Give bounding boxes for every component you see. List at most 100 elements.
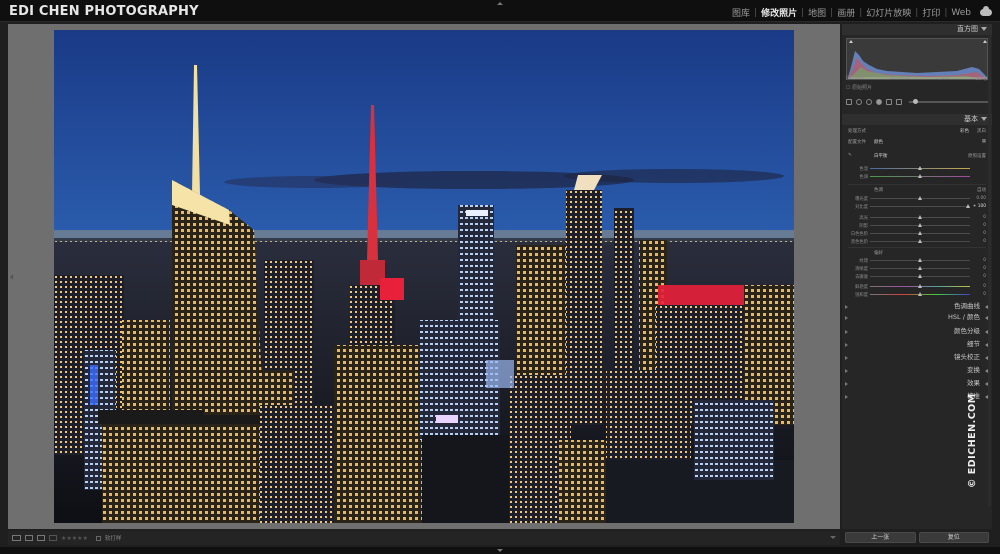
toolbar-menu-icon[interactable] bbox=[830, 536, 836, 539]
module-print[interactable]: 打印 bbox=[919, 6, 943, 19]
slider-label: 清晰度 bbox=[855, 267, 868, 272]
white-balance-row: ✎ 白平衡 原照设置 bbox=[848, 152, 986, 160]
dehaze-slider[interactable]: 去朦胧 0 bbox=[848, 273, 986, 280]
treatment-bw-option[interactable]: 黑白 bbox=[977, 128, 986, 134]
compare-icon[interactable] bbox=[37, 535, 45, 541]
city-night-photo bbox=[54, 30, 794, 523]
flag-icon[interactable] bbox=[49, 535, 57, 541]
profile-row: 配置文件 颜色 ▦ bbox=[848, 138, 986, 146]
section-hsl[interactable]: HSL / 颜色 bbox=[842, 312, 992, 323]
reset-button[interactable]: 复位 bbox=[918, 532, 989, 543]
section-label: 颜色分级 bbox=[954, 327, 980, 335]
slider-label: 饱和度 bbox=[855, 293, 868, 298]
slider-value[interactable]: 0.00 bbox=[976, 196, 986, 201]
temp-slider[interactable]: 色温 bbox=[848, 165, 986, 172]
basic-label: 基本 bbox=[964, 115, 978, 123]
left-panel-toggle-icon[interactable] bbox=[10, 274, 13, 280]
clarity-slider[interactable]: 清晰度 0 bbox=[848, 265, 986, 272]
mask-icon[interactable] bbox=[876, 99, 882, 105]
focal-length-value: 26.0 mm bbox=[889, 76, 910, 81]
slider-value[interactable]: + 100 bbox=[973, 204, 986, 209]
section-label: 镜头校正 bbox=[954, 353, 980, 361]
slider-value[interactable]: 0 bbox=[983, 215, 986, 220]
wb-value[interactable]: 原照设置 bbox=[968, 153, 986, 159]
module-web[interactable]: Web bbox=[948, 8, 974, 18]
slider-value[interactable]: 0 bbox=[983, 284, 986, 289]
module-library[interactable]: 图库 bbox=[729, 6, 753, 19]
rating-stars[interactable]: ★★★★★ bbox=[61, 535, 88, 542]
module-map[interactable]: 地图 bbox=[805, 6, 829, 19]
divider bbox=[848, 184, 986, 185]
module-book[interactable]: 画册 bbox=[834, 6, 858, 19]
slider-label: 纹理 bbox=[859, 259, 868, 264]
collapse-triangle-icon[interactable] bbox=[981, 117, 987, 121]
saturation-slider[interactable]: 饱和度 0 bbox=[848, 291, 986, 298]
contrast-slider[interactable]: 对比度 + 100 bbox=[848, 203, 986, 210]
histogram-graph bbox=[847, 40, 987, 79]
slider-value[interactable]: 0 bbox=[983, 239, 986, 244]
eyedropper-icon[interactable]: ✎ bbox=[848, 153, 852, 158]
profile-value[interactable]: 颜色 bbox=[874, 139, 883, 145]
section-effects[interactable]: 效果 bbox=[842, 378, 992, 389]
divider bbox=[848, 247, 986, 248]
highlight-clipping-icon bbox=[983, 40, 987, 43]
collapse-triangle-icon[interactable] bbox=[981, 27, 987, 31]
module-slideshow[interactable]: 幻灯片放映 bbox=[863, 6, 914, 19]
right-panel-scrollbar[interactable] bbox=[988, 36, 991, 506]
presence-row: 偏好 bbox=[848, 249, 986, 257]
slider-value[interactable]: 0 bbox=[983, 292, 986, 297]
slider-label: 色温 bbox=[859, 167, 868, 172]
tool-strip bbox=[846, 96, 988, 108]
radial-filter-icon[interactable] bbox=[896, 99, 902, 105]
previous-button[interactable]: 上一张 bbox=[845, 532, 916, 543]
section-lens-corrections[interactable]: 镜头校正 bbox=[842, 352, 992, 363]
blacks-slider[interactable]: 黑色色阶 0 bbox=[848, 238, 986, 245]
soft-proof-checkbox[interactable] bbox=[95, 535, 101, 541]
slider-label: 对比度 bbox=[855, 205, 868, 210]
loupe-view-icon[interactable] bbox=[12, 535, 21, 541]
slider-value[interactable]: 0 bbox=[983, 223, 986, 228]
aperture-value: f / 8.0 bbox=[935, 76, 949, 81]
auto-tone-button[interactable]: 自动 bbox=[977, 187, 986, 193]
histogram-header[interactable]: 直方图 bbox=[842, 24, 992, 35]
spot-removal-icon[interactable] bbox=[856, 99, 862, 105]
section-tone-curve[interactable]: 色调曲线 bbox=[842, 301, 992, 312]
treatment-label: 处理方式 bbox=[848, 129, 866, 134]
whites-slider[interactable]: 白色色阶 0 bbox=[848, 230, 986, 237]
before-after-icon[interactable] bbox=[25, 535, 33, 541]
tool-slider[interactable] bbox=[909, 99, 988, 104]
image-canvas[interactable] bbox=[8, 24, 840, 529]
slider-value[interactable]: 0 bbox=[983, 231, 986, 236]
slider-value[interactable]: 0 bbox=[983, 266, 986, 271]
iso-value: ISO 400 bbox=[846, 76, 864, 81]
section-label: 色调曲线 bbox=[954, 302, 980, 310]
top-panel-toggle-icon[interactable] bbox=[497, 2, 503, 5]
slider-value[interactable]: 0 bbox=[983, 258, 986, 263]
graduated-filter-icon[interactable] bbox=[886, 99, 892, 105]
highlights-slider[interactable]: 高光 0 bbox=[848, 214, 986, 221]
original-photo-label: 原始照片 bbox=[852, 85, 873, 91]
slider-label: 阴影 bbox=[859, 224, 868, 229]
red-eye-icon[interactable] bbox=[866, 99, 872, 105]
profile-browser-icon[interactable]: ▦ bbox=[982, 139, 986, 144]
treatment-color-option[interactable]: 彩色 bbox=[960, 128, 969, 134]
original-photo-checkbox[interactable]: ☐ 原始照片 bbox=[846, 84, 872, 91]
histogram[interactable] bbox=[846, 38, 988, 80]
module-develop[interactable]: 修改照片 bbox=[758, 6, 800, 19]
tone-row: 色调 自动 bbox=[848, 186, 986, 194]
exposure-slider[interactable]: 曝光度 0.00 bbox=[848, 195, 986, 202]
slider-value[interactable]: 0 bbox=[983, 274, 986, 279]
top-bar: EDI CHEN PHOTOGRAPHY 图库 | 修改照片 | 地图 | 画册… bbox=[0, 0, 1000, 22]
filmstrip-toggle-icon[interactable] bbox=[497, 549, 503, 552]
section-transform[interactable]: 变换 bbox=[842, 365, 992, 376]
photo-preview[interactable] bbox=[54, 30, 794, 523]
tint-slider[interactable]: 色调 bbox=[848, 173, 986, 180]
basic-panel-header[interactable]: 基本 bbox=[842, 114, 992, 125]
shadows-slider[interactable]: 阴影 0 bbox=[848, 222, 986, 229]
cloud-sync-icon[interactable] bbox=[980, 6, 992, 16]
section-color-grading[interactable]: 颜色分级 bbox=[842, 326, 992, 337]
vibrance-slider[interactable]: 鲜艳度 0 bbox=[848, 283, 986, 290]
section-detail[interactable]: 细节 bbox=[842, 339, 992, 350]
crop-tool-icon[interactable] bbox=[846, 99, 852, 105]
texture-slider[interactable]: 纹理 0 bbox=[848, 257, 986, 264]
